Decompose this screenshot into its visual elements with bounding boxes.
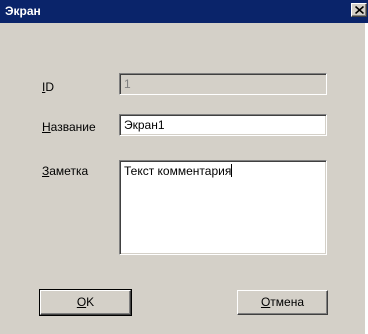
close-button[interactable] [351, 3, 367, 17]
screen-properties-dialog: Экран ID 1 Название Экран1 Заметка Текст… [0, 0, 368, 334]
id-label: ID [42, 80, 55, 94]
title-bar[interactable]: Экран [0, 0, 368, 23]
ok-button[interactable]: OK [39, 289, 132, 316]
window-title: Экран [5, 4, 41, 18]
cancel-button[interactable]: Отмена [237, 290, 328, 315]
name-label: Название [42, 120, 96, 134]
id-field: 1 [119, 73, 327, 95]
note-value: Текст комментария [124, 164, 232, 178]
close-icon [355, 6, 364, 14]
note-textarea[interactable]: Текст комментария [119, 160, 327, 255]
note-label: Заметка [42, 164, 89, 178]
name-field[interactable]: Экран1 [119, 114, 327, 136]
text-caret [231, 164, 233, 177]
name-value: Экран1 [124, 118, 165, 132]
id-value: 1 [124, 77, 131, 91]
